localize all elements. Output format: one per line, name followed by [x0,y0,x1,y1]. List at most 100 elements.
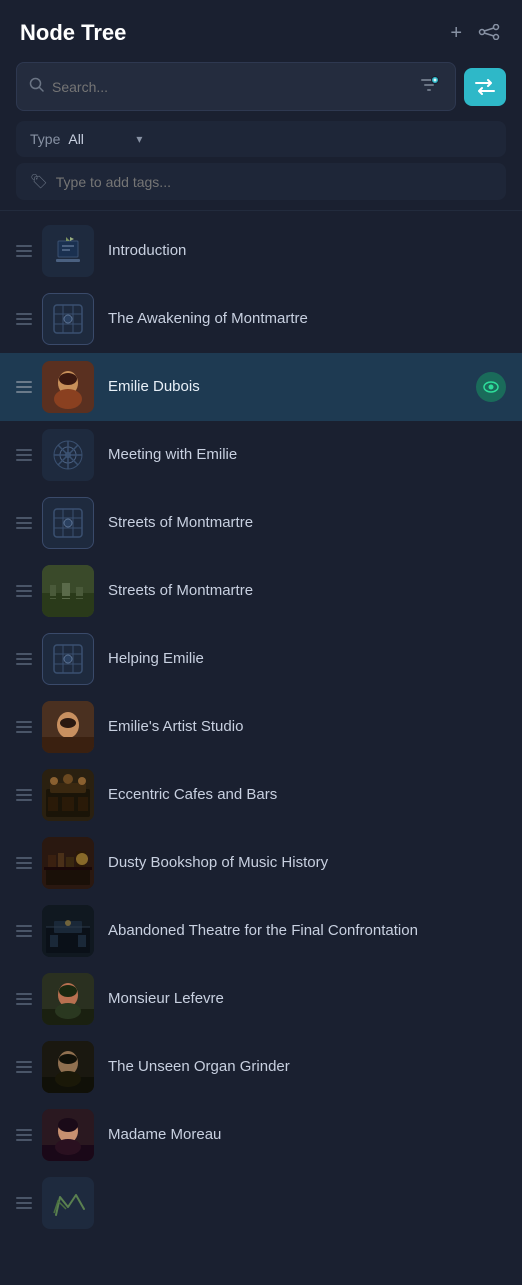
list-item[interactable]: Helping Emilie [0,625,522,693]
drag-handle [16,1197,32,1209]
list-item[interactable]: Dusty Bookshop of Music History [0,829,522,897]
app-container: Node Tree + [0,0,522,1229]
node-label: The Unseen Organ Grinder [108,1057,506,1077]
list-item[interactable]: Meeting with Emilie [0,421,522,489]
lefevre-photo [42,973,94,1025]
emilie-portrait [42,361,94,413]
studio-photo [42,701,94,753]
drag-handle [16,313,32,325]
type-filter-label: Type [30,131,60,147]
tag-icon: 🏷 [30,173,48,190]
type-select[interactable]: All Scene Character Location [68,131,130,147]
add-node-button[interactable]: + [448,20,464,47]
node-label: The Awakening of Montmartre [108,309,506,329]
search-input[interactable] [52,79,415,95]
node-label: Emilie Dubois [108,377,476,397]
page-title: Node Tree [20,20,126,46]
node-thumbnail [42,701,94,753]
filter-icon [419,75,439,95]
node-label: Streets of Montmartre [108,581,506,601]
list-item[interactable]: The Unseen Organ Grinder [0,1033,522,1101]
intro-icon [48,231,88,271]
drag-handle [16,789,32,801]
swap-icon [475,79,495,95]
node-thumbnail [42,905,94,957]
node-thumbnail [42,497,94,549]
list-item[interactable]: Streets of Montmartre [0,489,522,557]
list-item[interactable]: The Awakening of Montmartre [0,285,522,353]
drag-handle [16,381,32,393]
cafes-photo [42,769,94,821]
streets-photo [42,565,94,617]
list-item[interactable]: Emilie's Artist Studio [0,693,522,761]
drag-handle [16,857,32,869]
node-thumbnail [42,769,94,821]
node-thumbnail [42,1041,94,1093]
share-icon [478,24,500,40]
drag-handle [16,721,32,733]
swap-button[interactable] [464,68,506,106]
drag-handle [16,1129,32,1141]
grid-icon-2 [48,503,88,543]
grid-icon-3 [48,639,88,679]
node-label: Madame Moreau [108,1125,506,1145]
divider [0,210,522,211]
node-label: Emilie's Artist Studio [108,717,506,737]
node-thumbnail [42,633,94,685]
node-thumbnail [42,565,94,617]
drag-handle [16,585,32,597]
node-label: Streets of Montmartre [108,513,506,533]
node-label: Monsieur Lefevre [108,989,506,1009]
node-thumbnail [42,973,94,1025]
node-thumbnail [42,429,94,481]
list-item[interactable]: Monsieur Lefevre [0,965,522,1033]
theatre-photo [42,905,94,957]
moreau-photo [42,1109,94,1161]
node-label: Eccentric Cafes and Bars [108,785,506,805]
list-item[interactable] [0,1169,522,1229]
chevron-down-icon: ▾ [136,132,142,146]
list-item[interactable]: Madame Moreau [0,1101,522,1169]
search-wrapper [16,62,456,111]
node-thumbnail [42,1109,94,1161]
filter-button[interactable] [415,71,443,102]
node-thumbnail [42,361,94,413]
grid-icon [48,299,88,339]
snowflake-icon [48,435,88,475]
header-actions: + [448,18,502,48]
search-icon [29,77,44,96]
eye-icon [483,381,499,393]
bookshop-photo [42,837,94,889]
organ-photo [42,1041,94,1093]
node-thumbnail [42,1177,94,1229]
type-filter-row: Type All Scene Character Location ▾ [16,121,506,157]
node-thumbnail [42,837,94,889]
node-label: Abandoned Theatre for the Final Confront… [108,921,506,941]
share-button[interactable] [476,18,502,48]
list-item[interactable]: Introduction [0,217,522,285]
list-item[interactable]: Emilie Dubois [0,353,522,421]
tags-input[interactable] [56,174,492,190]
header: Node Tree + [0,0,522,62]
list-item[interactable]: Streets of Montmartre [0,557,522,625]
drag-handle [16,245,32,257]
node-thumbnail [42,225,94,277]
drag-handle [16,1061,32,1073]
node-label: Helping Emilie [108,649,506,669]
tags-input-wrapper: 🏷 [16,163,506,200]
search-bar [16,62,506,111]
visibility-button[interactable] [476,372,506,402]
node-list: Introduction The Awakening of Montmartre [0,217,522,1229]
last-icon [48,1187,88,1219]
node-label: Introduction [108,241,506,261]
node-label: Dusty Bookshop of Music History [108,853,506,873]
type-select-wrapper: All Scene Character Location ▾ [68,131,142,147]
drag-handle [16,653,32,665]
node-label: Meeting with Emilie [108,445,506,465]
node-thumbnail [42,293,94,345]
drag-handle [16,993,32,1005]
list-item[interactable]: Abandoned Theatre for the Final Confront… [0,897,522,965]
drag-handle [16,925,32,937]
drag-handle [16,449,32,461]
list-item[interactable]: Eccentric Cafes and Bars [0,761,522,829]
